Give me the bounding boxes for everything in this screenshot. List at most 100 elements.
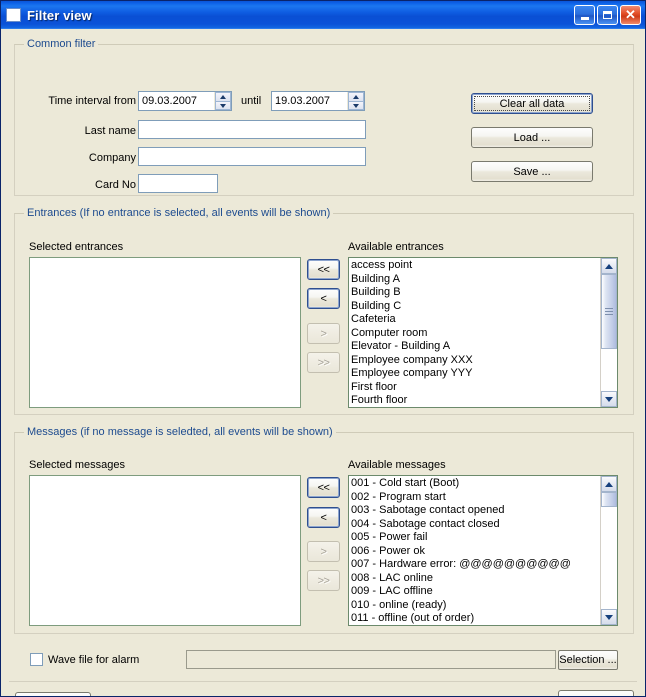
list-item[interactable]: 003 - Sabotage contact opened	[351, 504, 600, 518]
close-icon: ✕	[625, 6, 636, 22]
window-icon	[6, 8, 21, 22]
list-item[interactable]: 005 - Power fail	[351, 531, 600, 545]
date-until-spinner[interactable]	[347, 92, 364, 110]
messages-move-all-right-label: >>	[317, 574, 330, 587]
available-messages-label: Available messages	[348, 459, 446, 471]
list-item[interactable]: 011 - offline (out of order)	[351, 612, 600, 625]
scroll-down-button[interactable]	[601, 609, 617, 625]
available-entrances-scrollbar[interactable]	[600, 258, 617, 407]
list-item[interactable]: Elevator - Building A	[351, 340, 600, 354]
date-until-spinner-down[interactable]	[348, 101, 364, 110]
available-entrances-label: Available entrances	[348, 241, 444, 253]
available-messages-scrollbar[interactable]	[600, 476, 617, 625]
clear-all-data-button[interactable]: Clear all data	[471, 93, 593, 114]
minimize-button[interactable]	[574, 5, 595, 25]
scroll-up-button[interactable]	[601, 476, 617, 492]
messages-move-all-left-button[interactable]: <<	[307, 477, 340, 498]
title-bar[interactable]: Filter view ✕	[1, 1, 645, 29]
wave-file-selection-button[interactable]: Selection ...	[558, 650, 618, 670]
ok-button[interactable]: Ok	[15, 692, 91, 696]
list-item[interactable]: 010 - online (ready)	[351, 599, 600, 613]
list-item[interactable]: Employee company YYY	[351, 367, 600, 381]
available-messages-list[interactable]: 001 - Cold start (Boot) 002 - Program sta…	[348, 475, 618, 626]
date-from-spinner[interactable]	[214, 92, 231, 110]
last-name-label: Last name	[84, 125, 136, 137]
until-label: until	[241, 95, 262, 107]
date-from-spinner-down[interactable]	[215, 101, 231, 110]
list-item[interactable]: 001 - Cold start (Boot)	[351, 477, 600, 491]
messages-move-left-button[interactable]: <	[307, 507, 340, 528]
list-item[interactable]: 009 - LAC offline	[351, 585, 600, 599]
entrances-move-all-left-button[interactable]: <<	[307, 259, 340, 280]
entrances-move-all-right-label: >>	[317, 356, 330, 369]
date-from-value: 09.03.2007	[142, 95, 198, 107]
list-item[interactable]: 002 - Program start	[351, 491, 600, 505]
messages-move-right-button[interactable]: >	[307, 541, 340, 562]
chevron-up-icon	[605, 481, 613, 487]
wave-file-checkbox[interactable]	[30, 653, 43, 666]
chevron-up-icon	[605, 263, 613, 269]
scroll-down-button[interactable]	[601, 391, 617, 407]
list-item[interactable]: 006 - Power ok	[351, 545, 600, 559]
list-item[interactable]: Fourth floor	[351, 394, 600, 407]
grip-icon	[605, 307, 613, 315]
wave-file-checkbox-row[interactable]: Wave file for alarm	[30, 653, 139, 666]
card-no-label: Card No	[95, 179, 136, 191]
messages-move-right-label: >	[320, 545, 327, 558]
load-label: Load ...	[513, 131, 551, 144]
save-button[interactable]: Save ...	[471, 161, 593, 182]
available-entrances-list[interactable]: access point Building A Building B Building…	[348, 257, 618, 408]
selected-messages-label: Selected messages	[29, 459, 125, 471]
entrances-move-left-button[interactable]: <	[307, 288, 340, 309]
selected-entrances-list[interactable]	[29, 257, 301, 408]
card-no-input[interactable]	[138, 174, 218, 193]
list-item[interactable]: Cafeteria	[351, 313, 600, 327]
date-until-value: 19.03.2007	[275, 95, 331, 107]
selected-messages-list[interactable]	[29, 475, 301, 626]
list-item[interactable]: Building A	[351, 273, 600, 287]
scroll-thumb[interactable]	[601, 492, 617, 508]
list-item[interactable]: First floor	[351, 381, 600, 395]
entrances-move-left-label: <	[320, 292, 327, 305]
scroll-up-button[interactable]	[601, 258, 617, 274]
list-item[interactable]: 007 - Hardware error: @@@@@@@@@@	[351, 558, 600, 572]
close-button[interactable]: ✕	[620, 5, 641, 25]
list-item[interactable]: Employee company XXX	[351, 354, 600, 368]
dialog-client-area: Common filter Time interval from 09.03.2…	[1, 29, 645, 696]
entrances-move-all-right-button[interactable]: >>	[307, 352, 340, 373]
maximize-icon	[603, 11, 612, 19]
list-item[interactable]: Building B	[351, 286, 600, 300]
last-name-input[interactable]	[138, 120, 366, 139]
date-from-spinner-up[interactable]	[215, 92, 231, 101]
chevron-up-icon	[220, 95, 226, 99]
entrances-move-right-label: >	[320, 327, 327, 340]
footer-separator	[9, 681, 637, 682]
chevron-up-icon	[353, 95, 359, 99]
load-button[interactable]: Load ...	[471, 127, 593, 148]
company-input[interactable]	[138, 147, 366, 166]
entrances-move-right-button[interactable]: >	[307, 323, 340, 344]
date-until-field[interactable]: 19.03.2007	[271, 91, 365, 111]
wave-file-path-input[interactable]	[186, 650, 556, 669]
chevron-down-icon	[353, 103, 359, 108]
scroll-track[interactable]	[601, 492, 617, 609]
messages-move-all-left-label: <<	[317, 481, 330, 494]
cancel-button[interactable]: Cancel	[558, 690, 634, 696]
list-item[interactable]: access point	[351, 259, 600, 273]
date-until-spinner-up[interactable]	[348, 92, 364, 101]
available-messages-items: 001 - Cold start (Boot) 002 - Program sta…	[349, 476, 600, 625]
messages-legend: Messages (if no message is seledted, all…	[24, 426, 336, 438]
messages-move-left-label: <	[320, 511, 327, 524]
list-item[interactable]: Building C	[351, 300, 600, 314]
messages-move-all-right-button[interactable]: >>	[307, 570, 340, 591]
company-label: Company	[88, 152, 136, 164]
title-bar-buttons: ✕	[574, 5, 643, 25]
list-item[interactable]: 008 - LAC online	[351, 572, 600, 586]
date-from-field[interactable]: 09.03.2007	[138, 91, 232, 111]
scroll-thumb[interactable]	[601, 274, 617, 349]
wave-file-label: Wave file for alarm	[48, 653, 140, 666]
list-item[interactable]: Computer room	[351, 327, 600, 341]
list-item[interactable]: 004 - Sabotage contact closed	[351, 518, 600, 532]
maximize-button[interactable]	[597, 5, 618, 25]
scroll-track[interactable]	[601, 274, 617, 391]
